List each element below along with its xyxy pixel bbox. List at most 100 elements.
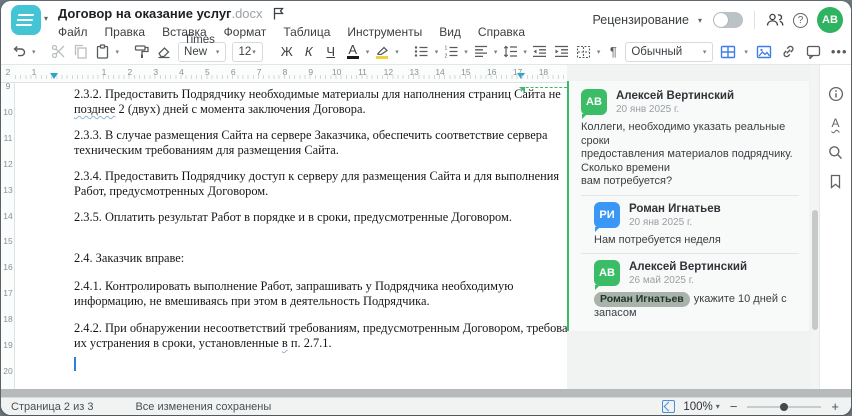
increase-indent-button[interactable] bbox=[552, 41, 572, 63]
app-logo-icon[interactable] bbox=[11, 5, 41, 35]
insert-image-button[interactable] bbox=[754, 41, 774, 63]
review-toggle[interactable] bbox=[713, 12, 743, 28]
toggle-knob bbox=[714, 13, 728, 27]
font-color-caret-icon[interactable]: ▾ bbox=[366, 48, 370, 56]
underline-button[interactable]: Ч bbox=[321, 41, 341, 63]
table-caret-icon[interactable]: ▾ bbox=[744, 48, 748, 56]
statusbar: Страница 2 из 3 Все изменения сохранены … bbox=[1, 397, 851, 415]
fit-page-icon[interactable] bbox=[662, 400, 676, 413]
borders-caret-icon[interactable]: ▾ bbox=[597, 48, 601, 56]
zoom-slider[interactable] bbox=[747, 402, 822, 411]
ruler-number: 12 bbox=[383, 67, 394, 77]
insert-table-button[interactable] bbox=[718, 41, 738, 63]
cut-button[interactable] bbox=[49, 41, 69, 63]
ruler-number: 5 bbox=[205, 67, 210, 77]
underline-label: Ч bbox=[326, 44, 336, 59]
document-title: Договор на оказание услуг bbox=[58, 5, 232, 21]
more-tools-button[interactable]: ••• bbox=[829, 41, 850, 63]
paste-button[interactable] bbox=[93, 41, 113, 63]
font-name-select[interactable]: Times New ... ▾ bbox=[178, 34, 227, 70]
ruler-number: 7 bbox=[256, 67, 262, 77]
flag-icon[interactable] bbox=[273, 7, 284, 20]
align-button[interactable] bbox=[471, 41, 491, 63]
ruler-number: 16 bbox=[3, 262, 13, 273]
zoom-slider-knob[interactable] bbox=[780, 402, 789, 411]
ruler-number: 15 bbox=[3, 236, 13, 247]
paragraph-borders-button[interactable] bbox=[574, 41, 594, 63]
titlebar: ▾ Договор на оказание услуг .docx Файл Пр… bbox=[1, 1, 851, 39]
search-icon[interactable] bbox=[827, 143, 845, 161]
line-spacing-button[interactable] bbox=[500, 41, 520, 63]
zoom-in-button[interactable]: + bbox=[829, 399, 841, 414]
paragraph: 2.4.1. Контролировать выполнение Работ, … bbox=[74, 279, 514, 308]
bookmark-icon[interactable] bbox=[827, 172, 845, 190]
menu-item[interactable]: Правка bbox=[105, 25, 146, 39]
zoom-level-value: 100% bbox=[683, 400, 713, 413]
line-spacing-caret-icon[interactable]: ▾ bbox=[523, 48, 527, 56]
bullet-list-button[interactable] bbox=[412, 41, 432, 63]
decrease-indent-button[interactable] bbox=[530, 41, 550, 63]
ruler-number: 10 bbox=[3, 106, 13, 117]
ruler-number: 9 bbox=[308, 67, 314, 77]
comment-thread[interactable]: АВ Алексей Вертинский 20 янв 2025 г. Коллег… bbox=[567, 81, 809, 331]
undo-button[interactable] bbox=[9, 41, 29, 63]
highlight-caret-icon[interactable]: ▾ bbox=[395, 48, 399, 56]
logo-caret-icon[interactable]: ▾ bbox=[44, 14, 48, 23]
help-icon[interactable]: ? bbox=[793, 12, 808, 28]
italic-button[interactable]: К bbox=[299, 41, 319, 63]
collaboration-icon[interactable] bbox=[766, 11, 784, 29]
menu-item[interactable]: Инструменты bbox=[347, 25, 422, 39]
font-size-select[interactable]: 12 ▾ bbox=[232, 41, 263, 62]
page-indicator[interactable]: Страница 2 из 3 bbox=[11, 401, 93, 413]
menu-item[interactable]: Справка bbox=[478, 25, 525, 39]
paragraph: 2.4. Заказчик вправе: bbox=[74, 251, 185, 265]
format-painter-button[interactable] bbox=[132, 41, 152, 63]
comment[interactable]: АВ Алексей Вертинский 20 янв 2025 г. Коллег… bbox=[581, 89, 799, 189]
ruler-number: 17 bbox=[3, 288, 13, 299]
comment-reply[interactable]: РИ Роман Игнатьев 20 янв 2025 г. Нам потреб… bbox=[594, 201, 799, 248]
ruler-number: 18 bbox=[3, 314, 13, 325]
highlight-button[interactable] bbox=[372, 41, 392, 63]
ruler-number: 6 bbox=[230, 67, 236, 77]
indent-marker-left[interactable] bbox=[50, 73, 58, 79]
menu-item[interactable]: Таблица bbox=[283, 25, 330, 39]
review-caret-icon[interactable]: ▾ bbox=[698, 16, 702, 25]
comment-reply[interactable]: АВ Алексей Вертинский 26 май 2025 г. Роман … bbox=[594, 260, 799, 321]
nonprinting-chars-button[interactable]: ¶ bbox=[603, 41, 623, 63]
spellcheck-icon[interactable]: А bbox=[827, 114, 845, 132]
numbered-list-button[interactable]: 12 bbox=[441, 41, 461, 63]
review-mode-label[interactable]: Рецензирование bbox=[592, 13, 689, 27]
bold-button[interactable]: Ж bbox=[277, 41, 297, 63]
numbered-list-caret-icon[interactable]: ▾ bbox=[464, 48, 468, 56]
font-caret-icon: ▾ bbox=[215, 48, 220, 56]
menu-item[interactable]: Формат bbox=[224, 25, 267, 39]
comment-date: 20 янв 2025 г. bbox=[629, 216, 693, 228]
bullet-list-caret-icon[interactable]: ▾ bbox=[435, 48, 439, 56]
ruler-number: 13 bbox=[409, 67, 419, 77]
header-right: Рецензирование ▾ ? АВ bbox=[592, 1, 843, 39]
zoom-out-button[interactable]: − bbox=[728, 399, 740, 414]
align-caret-icon[interactable]: ▾ bbox=[494, 48, 498, 56]
style-caret-icon: ▾ bbox=[702, 48, 707, 56]
scrollbar-thumb[interactable] bbox=[812, 210, 818, 330]
ruler-number: 2 bbox=[127, 67, 133, 77]
comment-text: Роман Игнатьев укажите 10 дней с запасом bbox=[594, 292, 787, 319]
user-avatar[interactable]: АВ bbox=[817, 7, 843, 33]
zoom-level-select[interactable]: 100% ▾ bbox=[683, 401, 719, 413]
copy-button[interactable] bbox=[71, 41, 91, 63]
paragraph-style-select[interactable]: Обычный ▾ bbox=[625, 41, 714, 62]
info-icon[interactable] bbox=[827, 85, 845, 103]
undo-caret-icon[interactable]: ▾ bbox=[32, 48, 36, 56]
zoom-caret-icon: ▾ bbox=[715, 402, 720, 411]
document-page[interactable]: 2.3.2. Предоставить Подрядчику необходим… bbox=[15, 83, 578, 389]
highlight-color-swatch bbox=[376, 56, 389, 59]
insert-comment-button[interactable] bbox=[804, 41, 824, 63]
ruler-number: 3 bbox=[153, 67, 159, 77]
menu-item[interactable]: Файл bbox=[58, 25, 88, 39]
insert-link-button[interactable] bbox=[779, 41, 799, 63]
font-color-button[interactable]: А bbox=[343, 41, 363, 63]
paste-caret-icon[interactable]: ▾ bbox=[116, 48, 120, 56]
pilcrow-icon: ¶ bbox=[609, 44, 617, 59]
menu-item[interactable]: Вид bbox=[439, 25, 461, 39]
eraser-button[interactable] bbox=[154, 41, 174, 63]
